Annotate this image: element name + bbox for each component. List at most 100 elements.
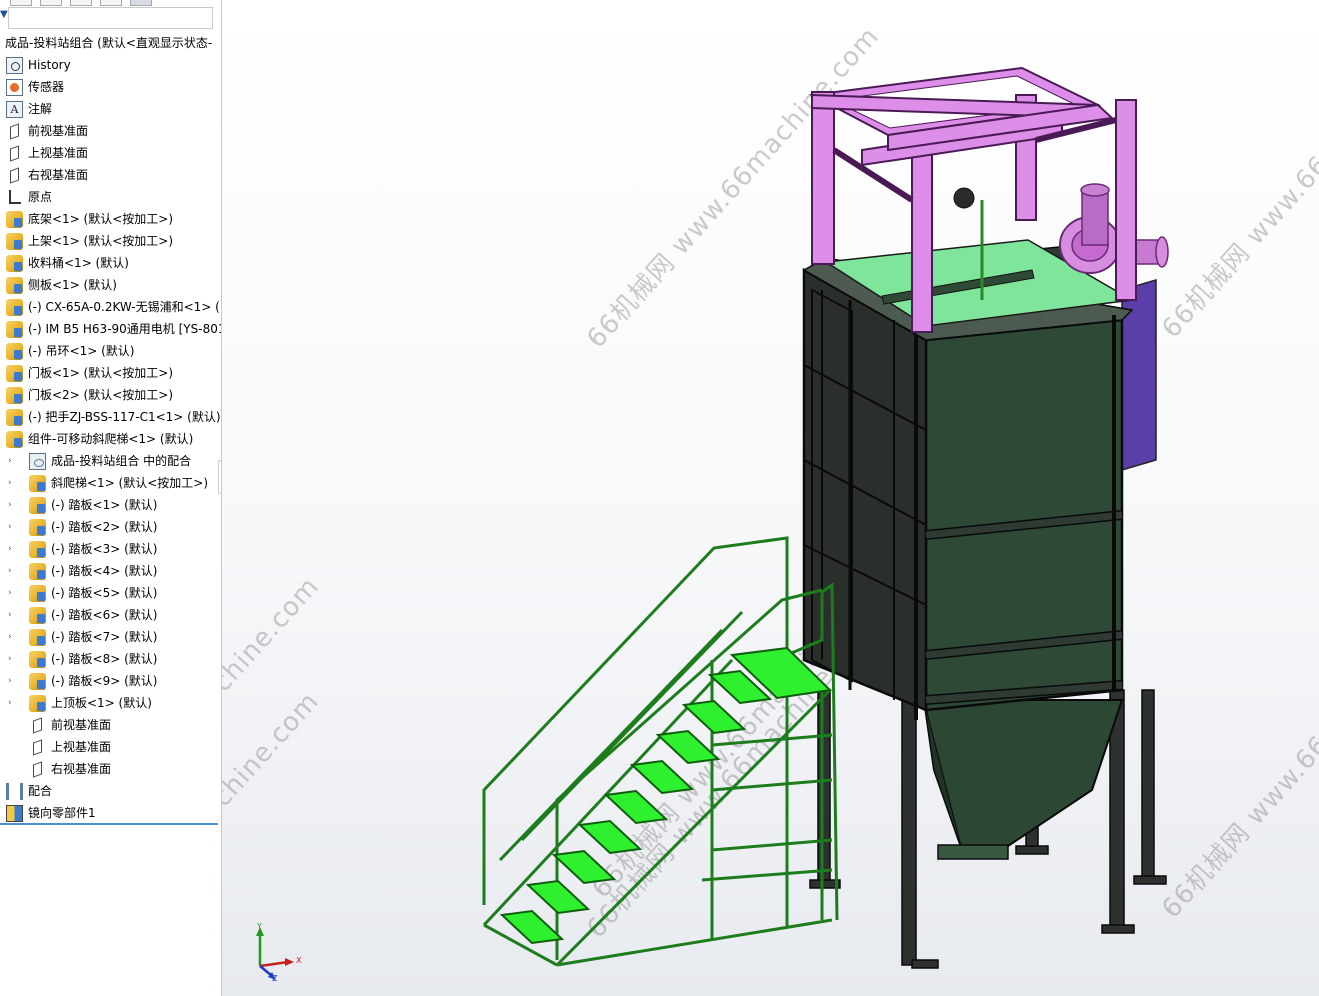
tree-item[interactable]: › (-) 踏板<1> (默认) bbox=[8, 495, 157, 515]
tree-item[interactable]: › 斜爬梯<1> (默认<按加工>) bbox=[8, 473, 209, 493]
tree-item[interactable]: 右视基准面 bbox=[29, 759, 111, 779]
part-icon bbox=[29, 628, 46, 646]
tree-item[interactable]: 门板<1> (默认<按加工>) bbox=[6, 363, 173, 383]
tree-item[interactable]: › (-) 踏板<6> (默认) bbox=[8, 605, 157, 625]
tree-item-label: 注解 bbox=[28, 102, 53, 116]
tree-item-label: 镜向零部件1 bbox=[28, 806, 96, 820]
part-icon bbox=[6, 254, 23, 272]
tree-item[interactable]: 底架<1> (默认<按加工>) bbox=[6, 209, 173, 229]
part-icon bbox=[29, 584, 46, 602]
tab-dim-xpert[interactable] bbox=[100, 0, 122, 6]
ladder-step bbox=[525, 879, 591, 915]
tree-item[interactable]: › (-) 踏板<4> (默认) bbox=[8, 561, 157, 581]
tree-item[interactable]: › (-) 踏板<8> (默认) bbox=[8, 649, 157, 669]
expand-arrow-icon[interactable]: › bbox=[8, 561, 18, 581]
tree-item[interactable]: 右视基准面 bbox=[6, 165, 88, 185]
expand-arrow-icon[interactable]: › bbox=[8, 517, 18, 537]
tree-item-label: 底架<1> (默认<按加工>) bbox=[28, 212, 174, 226]
part-icon bbox=[29, 540, 46, 558]
tree-item-label: 原点 bbox=[28, 190, 53, 204]
part-icon bbox=[6, 342, 23, 360]
mirror-component-icon bbox=[6, 804, 23, 822]
tree-root[interactable]: 成品-投料站组合 (默认<直观显示状态- bbox=[5, 33, 212, 53]
part-icon bbox=[29, 650, 46, 668]
tree-item-label: 传感器 bbox=[28, 80, 65, 94]
hopper-cone bbox=[922, 699, 1124, 860]
ladder-step bbox=[551, 849, 617, 885]
expand-arrow-icon[interactable]: › bbox=[8, 671, 18, 691]
feature-manager-tree: ▼ 成品-投料站组合 (默认<直观显示状态- History 传感器 A 注解前视基准… bbox=[0, 0, 222, 996]
tree-item[interactable]: 上视基准面 bbox=[6, 143, 88, 163]
origin-icon bbox=[6, 189, 23, 206]
history-icon bbox=[6, 56, 23, 74]
part-icon bbox=[29, 518, 46, 536]
part-icon bbox=[6, 320, 23, 338]
tree-item[interactable]: 前视基准面 bbox=[29, 715, 111, 735]
ladder-step bbox=[681, 699, 747, 735]
tree-item-label: 前视基准面 bbox=[28, 124, 89, 138]
tree-item[interactable]: 上视基准面 bbox=[29, 737, 111, 757]
tree-item[interactable]: (-) 把手ZJ-BSS-117-C1<1> (默认) bbox=[6, 407, 221, 427]
tab-property-manager[interactable] bbox=[40, 0, 62, 6]
tree-item-label: 上顶板<1> (默认) bbox=[51, 696, 152, 710]
tree-item[interactable]: History bbox=[6, 55, 71, 75]
tree-filter-input[interactable] bbox=[8, 7, 213, 29]
tree-item[interactable]: › (-) 踏板<2> (默认) bbox=[8, 517, 158, 537]
expand-arrow-icon[interactable]: › bbox=[8, 605, 18, 625]
part-icon bbox=[6, 232, 23, 250]
tree-item[interactable]: › 成品-投料站组合 中的配合 bbox=[8, 451, 191, 471]
expand-arrow-icon[interactable]: › bbox=[8, 539, 18, 559]
expand-arrow-icon[interactable]: › bbox=[8, 473, 18, 493]
part-icon bbox=[6, 408, 23, 426]
ladder-step bbox=[629, 759, 695, 795]
tree-item-label: 右视基准面 bbox=[51, 762, 112, 776]
tree-item[interactable]: 原点 bbox=[6, 187, 52, 207]
expand-arrow-icon[interactable]: › bbox=[8, 495, 18, 515]
tree-item[interactable]: 传感器 bbox=[6, 77, 64, 97]
tab-display-manager[interactable] bbox=[130, 0, 152, 6]
tree-item-label: (-) 踏板<9> (默认) bbox=[51, 674, 158, 688]
tree-item[interactable]: › (-) 踏板<7> (默认) bbox=[8, 627, 157, 647]
tab-feature-manager[interactable] bbox=[10, 0, 32, 6]
part-icon bbox=[29, 496, 46, 514]
plane-icon bbox=[29, 739, 46, 756]
tree-item[interactable]: (-) IM B5 H63-90通用电机 [YS-801 bbox=[6, 319, 221, 339]
tree-item-label: 门板<1> (默认<按加工>) bbox=[28, 366, 174, 380]
mobile-ladder bbox=[482, 536, 839, 967]
tree-item[interactable]: (-) 吊环<1> (默认) bbox=[6, 341, 134, 361]
assembly-model-view[interactable] bbox=[222, 0, 1319, 996]
tree-item[interactable]: 组件-可移动斜爬梯<1> (默认) bbox=[6, 429, 193, 449]
tree-item[interactable]: A 注解 bbox=[6, 99, 52, 119]
tree-item[interactable]: (-) CX-65A-0.2KW-无锡浦和<1> ( bbox=[6, 297, 220, 317]
view-orientation-triad: Y X Z bbox=[252, 922, 312, 984]
filter-icon[interactable]: ▼ bbox=[0, 10, 8, 20]
part-icon bbox=[6, 210, 23, 228]
tree-item[interactable]: › (-) 踏板<5> (默认) bbox=[8, 583, 157, 603]
plane-icon bbox=[29, 761, 46, 778]
tree-item[interactable]: › (-) 踏板<9> (默认) bbox=[8, 671, 158, 691]
part-icon bbox=[6, 386, 23, 404]
tree-item-label: 配合 bbox=[28, 784, 53, 798]
graphics-area[interactable]: 66机械网 www.66machine.com66机械网 www.66machi… bbox=[222, 0, 1319, 996]
tree-item[interactable]: 配合 bbox=[6, 781, 52, 801]
tree-item[interactable]: › 上顶板<1> (默认) bbox=[8, 693, 152, 713]
tree-item[interactable]: › (-) 踏板<3> (默认) bbox=[8, 539, 157, 559]
tree-item[interactable]: 上架<1> (默认<按加工>) bbox=[6, 231, 173, 251]
tab-configuration-manager[interactable] bbox=[70, 0, 92, 6]
expand-arrow-icon[interactable]: › bbox=[8, 649, 18, 669]
tree-item-label: (-) 踏板<2> (默认) bbox=[51, 520, 158, 534]
tree-item[interactable]: 收料桶<1> (默认) bbox=[6, 253, 129, 273]
tree-item[interactable]: 侧板<1> (默认) bbox=[6, 275, 117, 295]
panel-tabs bbox=[0, 0, 221, 6]
expand-arrow-icon[interactable]: › bbox=[8, 583, 18, 603]
expand-arrow-icon[interactable]: › bbox=[8, 451, 18, 471]
plane-icon bbox=[6, 123, 23, 140]
expand-arrow-icon[interactable]: › bbox=[8, 627, 18, 647]
expand-arrow-icon[interactable]: › bbox=[8, 693, 18, 713]
rollback-bar[interactable] bbox=[0, 823, 218, 825]
tree-item[interactable]: 前视基准面 bbox=[6, 121, 88, 141]
tree-item-label: 斜爬梯<1> (默认<按加工>) bbox=[51, 476, 209, 490]
tree-item[interactable]: 门板<2> (默认<按加工>) bbox=[6, 385, 173, 405]
tree-item-label: 上视基准面 bbox=[28, 146, 89, 160]
tree-item[interactable]: 镜向零部件1 bbox=[6, 803, 96, 823]
